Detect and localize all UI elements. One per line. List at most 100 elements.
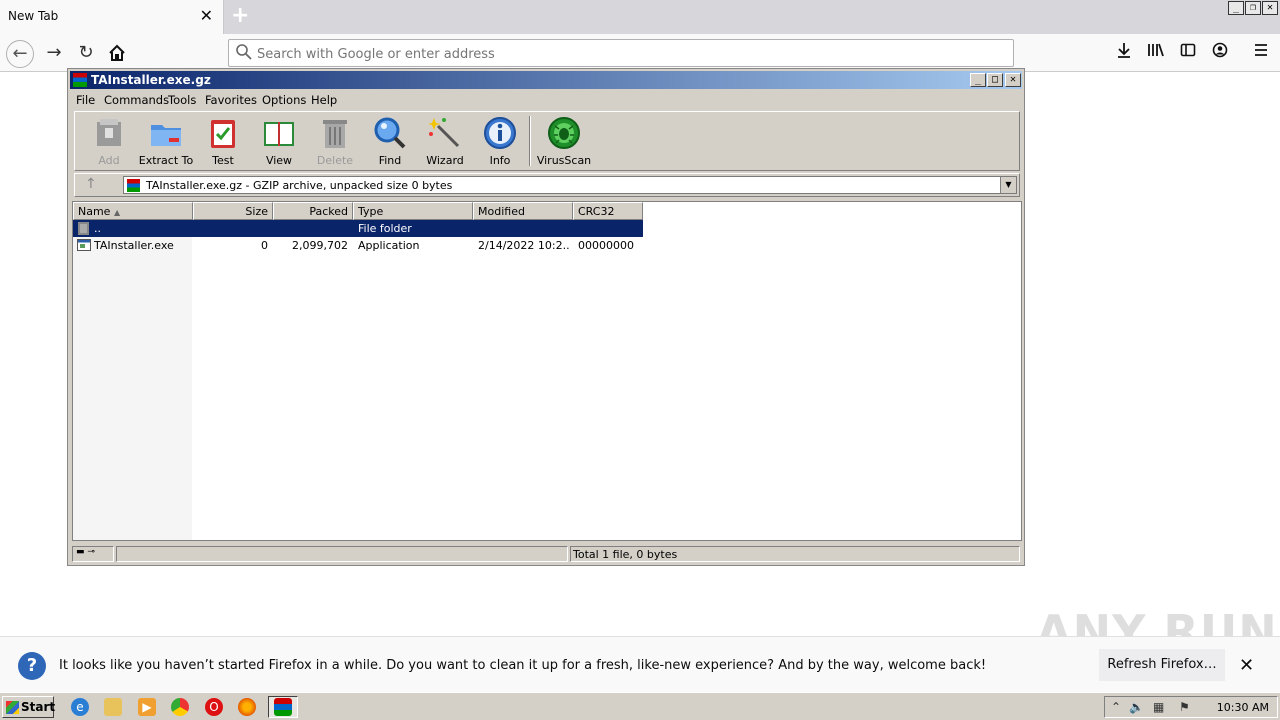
account-icon[interactable] (1209, 42, 1231, 62)
find-label: Find (378, 154, 402, 167)
clock[interactable]: 10:30 AM (1217, 701, 1269, 714)
column-header-crc32[interactable]: CRC32 (573, 202, 643, 220)
search-icon (235, 43, 253, 65)
delete-label: Delete (316, 154, 354, 167)
menu-icon[interactable] (1250, 42, 1272, 62)
table-row[interactable]: .. File folder (73, 220, 643, 237)
info-label: Info (489, 154, 511, 167)
start-button[interactable]: Start (2, 696, 56, 718)
sort-ascending-icon: ▲ (113, 208, 121, 217)
parent-folder-icon (78, 222, 89, 235)
virusscan-button[interactable]: VirusScan (535, 114, 593, 168)
notification-bar: ? It looks like you haven’t started Fire… (0, 636, 1280, 692)
tray-expand-icon[interactable]: ⌃ (1111, 700, 1121, 714)
tab-new-tab[interactable]: New Tab ✕ (0, 0, 224, 34)
media-player-icon[interactable]: ▶ (138, 698, 156, 716)
explorer-icon[interactable] (104, 698, 122, 716)
column-header-packed[interactable]: Packed (273, 202, 353, 220)
tab-strip: New Tab ✕ + _ ❐ ✕ (0, 0, 1280, 34)
download-icon[interactable] (1113, 42, 1135, 62)
delete-button[interactable]: Delete (306, 114, 364, 168)
cell-modified: 2/14/2022 10:2... (478, 239, 570, 252)
column-header-type[interactable]: Type (353, 202, 473, 220)
taskbar: Start e ▶ O ⌃ 🔈 ▦ ⚑ 10:30 AM (0, 692, 1280, 720)
sidebar-icon[interactable] (1177, 42, 1199, 62)
info-icon (484, 117, 516, 149)
view-book-icon (264, 122, 294, 146)
menu-favorites[interactable]: Favorites (205, 93, 257, 107)
column-name-label: Name (78, 205, 111, 218)
menu-file[interactable]: File (76, 93, 95, 107)
test-button[interactable]: Test (194, 114, 252, 168)
view-button[interactable]: View (250, 114, 308, 168)
column-header-size[interactable]: Size (193, 202, 273, 220)
cell-size: 0 (261, 239, 268, 252)
minimize-button[interactable]: _ (1228, 1, 1244, 15)
chrome-icon[interactable] (171, 698, 189, 716)
taskbar-winrar-button[interactable] (268, 696, 298, 718)
winrar-window: TAInstaller.exe.gz _ □ ✕ File Commands T… (67, 68, 1025, 566)
menu-tools[interactable]: Tools (168, 93, 196, 107)
library-icon[interactable] (1145, 42, 1167, 62)
maximize-button[interactable]: □ (987, 73, 1003, 87)
wizard-label: Wizard (426, 154, 464, 167)
window-title: TAInstaller.exe.gz (91, 73, 211, 87)
winrar-title-bar[interactable]: TAInstaller.exe.gz _ □ ✕ (70, 71, 1022, 89)
home-icon[interactable] (103, 40, 131, 68)
winrar-icon (274, 698, 292, 716)
up-arrow-icon[interactable]: ↑ (85, 176, 97, 192)
extract-to-button[interactable]: Extract To (137, 114, 195, 168)
close-button[interactable]: ✕ (1005, 73, 1021, 87)
path-dropdown[interactable]: TAInstaller.exe.gz - GZIP archive, unpac… (123, 176, 1017, 194)
info-button[interactable]: Info (471, 114, 529, 168)
wizard-button[interactable]: Wizard (416, 114, 474, 168)
table-row[interactable]: TAInstaller.exe 0 2,099,702 Application … (73, 237, 643, 254)
menu-commands[interactable]: Commands (104, 93, 169, 107)
minimize-button[interactable]: _ (970, 73, 986, 87)
opera-icon[interactable]: O (205, 698, 223, 716)
test-label: Test (212, 154, 234, 167)
drive-key-icon[interactable]: ▬ ⊸ (72, 546, 114, 562)
navigation-toolbar: ← → ↻ (0, 34, 1280, 72)
tab-close-icon[interactable]: ✕ (200, 6, 213, 25)
forward-arrow-icon[interactable]: → (40, 40, 68, 68)
menu-options[interactable]: Options (262, 93, 306, 107)
column-header-name[interactable]: Name ▲ (73, 202, 193, 220)
back-arrow-icon[interactable]: ← (6, 40, 34, 68)
volume-icon[interactable]: 🔈 (1129, 700, 1144, 714)
cell-crc32: 00000000 (578, 239, 634, 252)
find-button[interactable]: Find (361, 114, 419, 168)
ie-icon[interactable]: e (71, 698, 89, 716)
virusscan-label: VirusScan (536, 154, 592, 167)
test-clipboard-icon (211, 120, 235, 148)
toolbar-separator (529, 116, 531, 166)
menu-help[interactable]: Help (311, 93, 337, 107)
path-text: TAInstaller.exe.gz - GZIP archive, unpac… (146, 179, 453, 192)
cell-type: File folder (358, 222, 412, 235)
status-bar: ▬ ⊸ Total 1 file, 0 bytes (70, 545, 1022, 563)
cell-packed: 2,099,702 (292, 239, 348, 252)
add-archive-icon (97, 119, 121, 146)
close-window-button[interactable]: ✕ (1262, 1, 1278, 15)
search-input[interactable] (257, 44, 997, 64)
view-label: View (265, 154, 293, 167)
extract-folder-icon (151, 125, 181, 146)
reload-icon[interactable]: ↻ (72, 40, 100, 68)
start-label: Start (21, 700, 56, 714)
new-tab-button[interactable]: + (231, 3, 249, 28)
network-icon[interactable]: ▦ (1153, 700, 1164, 714)
cell-name: TAInstaller.exe (94, 239, 174, 252)
virus-icon (548, 117, 580, 149)
trash-icon (323, 120, 347, 148)
close-icon[interactable]: ✕ (1239, 655, 1254, 676)
extract-to-label: Extract To (138, 154, 194, 167)
address-bar[interactable] (228, 39, 1014, 67)
add-button[interactable]: Add (80, 114, 138, 168)
refresh-firefox-button[interactable]: Refresh Firefox… (1099, 649, 1225, 681)
column-header-modified[interactable]: Modified (473, 202, 573, 220)
firefox-icon[interactable] (238, 698, 256, 716)
restore-button[interactable]: ❐ (1245, 1, 1261, 15)
chevron-down-icon[interactable]: ▼ (1000, 177, 1016, 193)
cell-type: Application (358, 239, 420, 252)
action-center-icon[interactable]: ⚑ (1179, 700, 1190, 714)
